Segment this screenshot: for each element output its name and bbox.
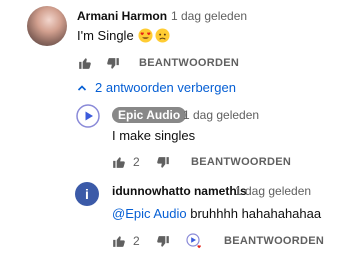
thumbs-down-icon[interactable] bbox=[156, 235, 170, 249]
like-count: 2 bbox=[133, 234, 140, 248]
avatar[interactable] bbox=[76, 104, 100, 128]
thumbs-up-icon[interactable] bbox=[112, 234, 126, 248]
mention-link[interactable]: @Epic Audio bbox=[112, 206, 187, 221]
channel-owner-badge[interactable]: Epic Audio bbox=[112, 107, 187, 123]
creator-heart-icon bbox=[186, 233, 201, 249]
reply-timestamp[interactable]: 1 dag geleden bbox=[183, 108, 259, 122]
hide-replies-toggle[interactable]: 2 antwoorden verbergen bbox=[95, 80, 236, 95]
reply-button[interactable]: BEANTWOORDEN bbox=[191, 156, 291, 168]
heart-eyes-emoji-icon bbox=[138, 28, 153, 43]
comment-author[interactable]: Armani Harmon bbox=[77, 9, 167, 23]
avatar[interactable] bbox=[27, 6, 67, 46]
reply-text-body: bruhhhh hahahahahaa bbox=[186, 206, 322, 221]
sad-face-emoji-icon bbox=[155, 28, 170, 43]
reply-author[interactable]: idunnowhatto namethis bbox=[112, 184, 247, 198]
reply-timestamp[interactable]: 1 dag geleden bbox=[235, 184, 311, 198]
avatar[interactable]: i bbox=[75, 182, 99, 206]
reply-button[interactable]: BEANTWOORDEN bbox=[139, 57, 239, 69]
comment-text-body: I'm Single bbox=[77, 28, 134, 43]
like-count: 2 bbox=[133, 155, 140, 169]
chevron-up-icon[interactable] bbox=[77, 83, 87, 93]
reply-button[interactable]: BEANTWOORDEN bbox=[224, 235, 324, 247]
thumbs-down-icon[interactable] bbox=[156, 156, 170, 170]
thumbs-up-icon[interactable] bbox=[78, 56, 92, 70]
reply-text: I make singles bbox=[112, 128, 196, 143]
reply-text: @Epic Audio bruhhhh hahahahahaa bbox=[112, 206, 321, 221]
emoji-group bbox=[138, 28, 170, 43]
thumbs-up-icon[interactable] bbox=[112, 155, 126, 169]
thumbs-down-icon[interactable] bbox=[106, 57, 120, 71]
comment-timestamp[interactable]: 1 dag geleden bbox=[171, 9, 247, 23]
comment-text: I'm Single bbox=[77, 28, 170, 43]
